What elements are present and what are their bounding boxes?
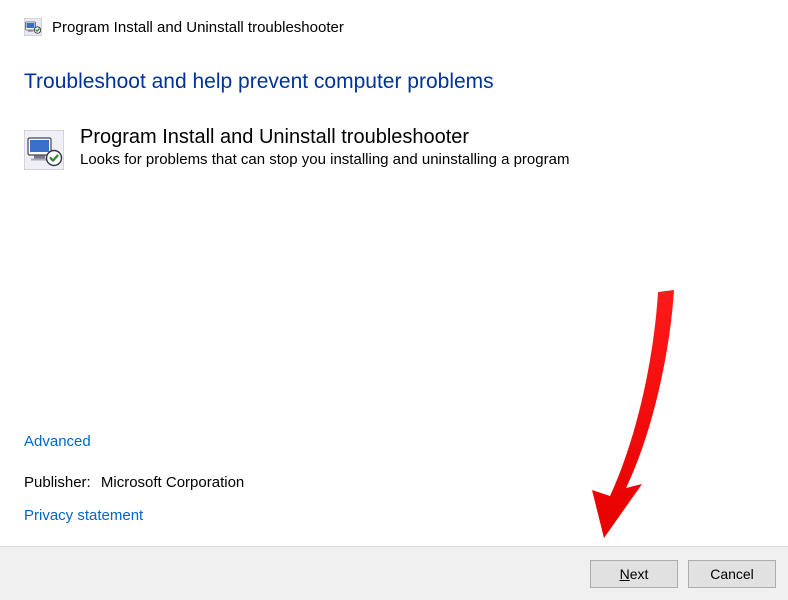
publisher-row: Publisher: Microsoft Corporation — [24, 474, 764, 491]
publisher-value: Microsoft Corporation — [101, 474, 244, 491]
button-bar: Next Cancel — [0, 546, 788, 600]
next-button[interactable]: Next — [590, 560, 678, 588]
window-title: Program Install and Uninstall troublesho… — [52, 19, 344, 36]
advanced-link[interactable]: Advanced — [24, 433, 91, 450]
publisher-label: Publisher: — [24, 474, 91, 491]
page-heading: Troubleshoot and help prevent computer p… — [24, 70, 764, 94]
troubleshooter-item-description: Looks for problems that can stop you ins… — [80, 151, 569, 168]
troubleshooter-item-icon — [24, 130, 64, 170]
troubleshooter-item-title: Program Install and Uninstall troublesho… — [80, 126, 569, 149]
privacy-statement-link[interactable]: Privacy statement — [24, 507, 143, 524]
window-title-row: Program Install and Uninstall troublesho… — [24, 18, 764, 36]
troubleshooter-item-text: Program Install and Uninstall troublesho… — [80, 126, 569, 168]
troubleshooter-app-icon — [24, 18, 42, 36]
troubleshooter-item: Program Install and Uninstall troublesho… — [24, 126, 764, 170]
cancel-button[interactable]: Cancel — [688, 560, 776, 588]
